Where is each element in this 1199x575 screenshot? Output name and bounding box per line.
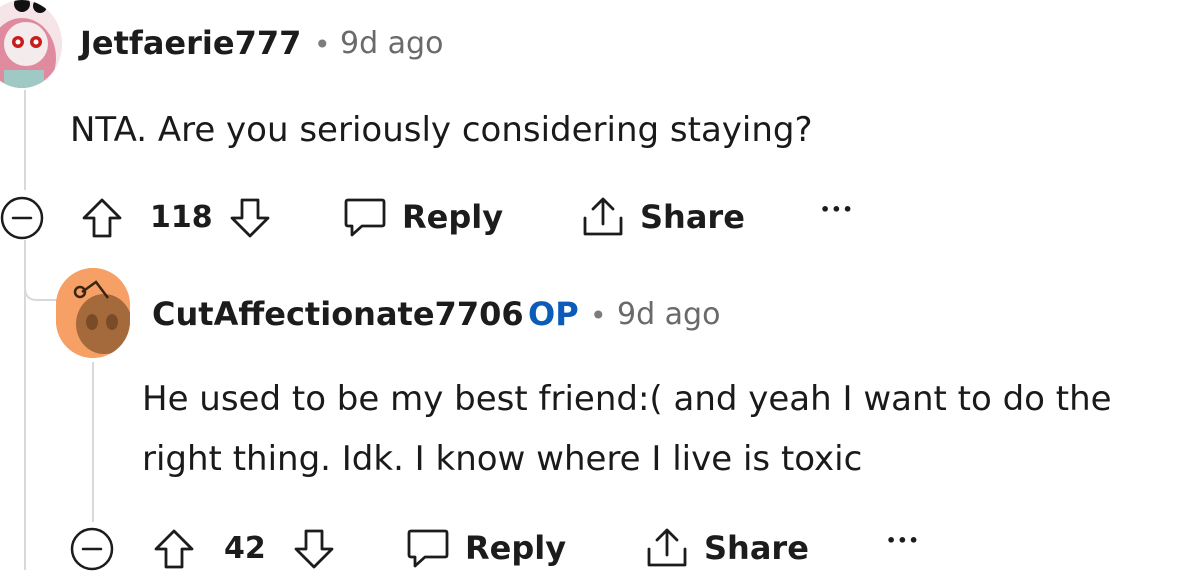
downvote-button[interactable] xyxy=(292,527,336,571)
comment-timestamp[interactable]: 9d ago xyxy=(340,26,443,61)
more-dots-icon: ••• xyxy=(886,531,920,550)
upvote-button[interactable] xyxy=(80,196,124,240)
reply-button[interactable]: Reply xyxy=(405,525,566,571)
reply-label: Reply xyxy=(465,529,567,567)
share-upload-icon xyxy=(583,197,623,236)
default-snoo-avatar-icon xyxy=(56,268,130,358)
collapse-button[interactable] xyxy=(70,527,114,571)
avatar[interactable] xyxy=(0,0,62,88)
share-button[interactable]: Share xyxy=(580,194,745,240)
comment-author[interactable]: CutAffectionate7706 xyxy=(152,295,524,333)
share-upload-icon xyxy=(647,528,687,567)
reply-button[interactable]: Reply xyxy=(342,194,503,240)
share-button[interactable]: Share xyxy=(644,525,809,571)
more-options-button[interactable]: ••• xyxy=(820,200,854,219)
upvote-arrow-icon xyxy=(154,529,194,569)
collapse-minus-icon xyxy=(0,196,44,240)
downvote-arrow-icon xyxy=(294,529,334,569)
reply-bubble-icon xyxy=(344,198,386,237)
reply-label: Reply xyxy=(402,198,504,236)
collapse-button[interactable] xyxy=(0,196,44,240)
pink-haired-snoo-avatar-icon xyxy=(0,0,62,88)
meta-separator: • xyxy=(314,28,331,61)
comment-body-line: NTA. Are you seriously considering stayi… xyxy=(70,110,813,150)
comment-body: NTA. Are you seriously considering stayi… xyxy=(70,100,813,160)
share-label: Share xyxy=(640,198,745,236)
more-dots-icon: ••• xyxy=(820,200,854,219)
vote-score: 42 xyxy=(224,531,266,566)
share-label: Share xyxy=(704,529,809,567)
more-options-button[interactable]: ••• xyxy=(886,531,920,550)
upvote-arrow-icon xyxy=(82,198,122,238)
op-badge: OP xyxy=(528,295,579,333)
collapse-minus-icon xyxy=(70,527,114,571)
downvote-button[interactable] xyxy=(228,196,272,240)
vote-score: 118 xyxy=(150,200,213,235)
comment-timestamp[interactable]: 9d ago xyxy=(617,297,720,332)
thread-line-top[interactable] xyxy=(24,90,26,190)
reply-bubble-icon xyxy=(407,529,449,568)
avatar[interactable] xyxy=(56,268,130,358)
downvote-arrow-icon xyxy=(230,198,270,238)
upvote-button[interactable] xyxy=(152,527,196,571)
comment-body-line: right thing. Idk. I know where I live is… xyxy=(142,439,863,479)
meta-separator: • xyxy=(590,299,607,332)
thread-line-reply[interactable] xyxy=(92,362,94,522)
comment-body-line: He used to be my best friend:( and yeah … xyxy=(142,379,1112,419)
comment-author[interactable]: Jetfaerie777 xyxy=(80,24,301,62)
comment-body: He used to be my best friend:( and yeah … xyxy=(142,369,1112,489)
